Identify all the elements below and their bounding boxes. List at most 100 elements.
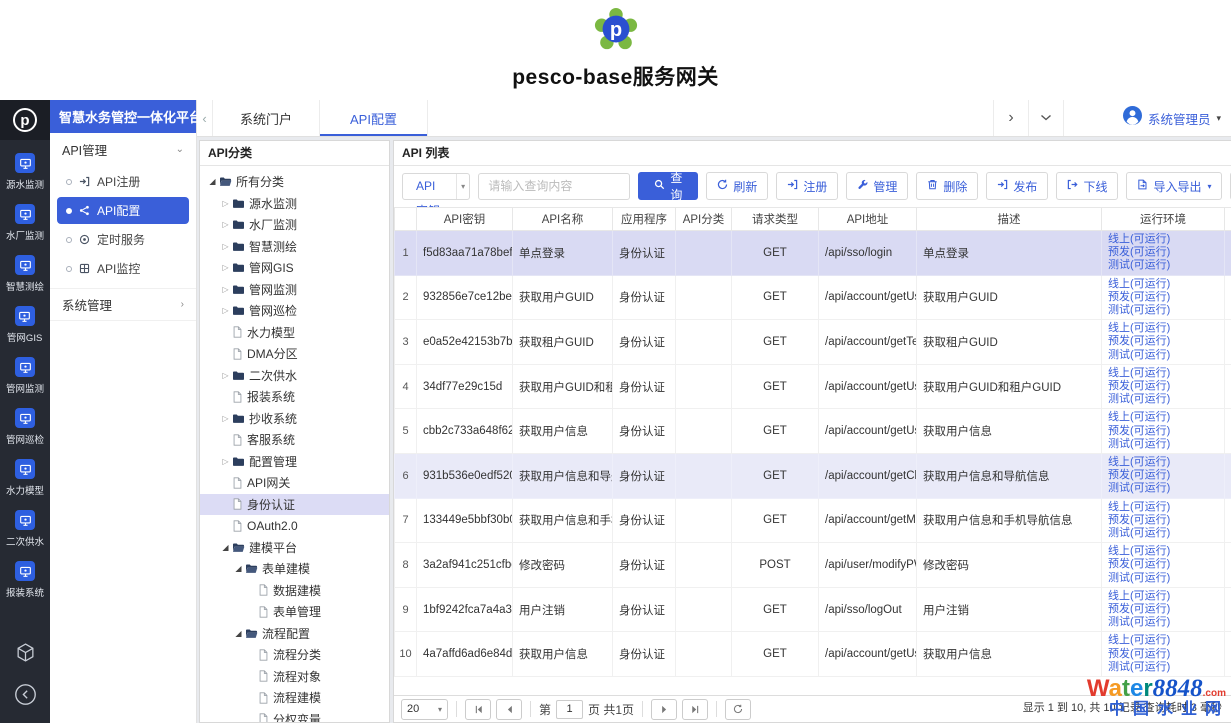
sidebar-item[interactable]: API监控	[57, 255, 189, 282]
tree-node[interactable]: 流程对象	[200, 666, 389, 688]
env-run-link[interactable]: 线上(可运行)	[1108, 545, 1218, 558]
sign-in-button[interactable]: 注册	[776, 172, 838, 200]
combo-caret-icon[interactable]: ▾	[456, 174, 469, 199]
module-item[interactable]: 管网GIS	[6, 306, 43, 344]
env-run-link[interactable]: 线上(可运行)	[1108, 501, 1218, 514]
column-header[interactable]: API名称	[513, 208, 613, 231]
tree-collapsed-icon[interactable]: ▷	[219, 285, 232, 294]
module-item[interactable]: 水厂监测	[5, 204, 45, 242]
tree-node[interactable]: ◢表单建模	[200, 558, 389, 580]
env-run-link[interactable]: 测试(可运行)	[1108, 349, 1218, 362]
table-row[interactable]: 104a7affd6ad6e84d6获取用户信息身份认证GET/api/acco…	[395, 632, 1231, 677]
user-menu[interactable]: 系统管理员 ▾	[1063, 100, 1231, 136]
env-run-link[interactable]: 预发(可运行)	[1108, 291, 1218, 304]
collapse-sidebar-icon[interactable]: ‹	[197, 100, 212, 136]
column-header[interactable]: 描述	[917, 208, 1102, 231]
column-header[interactable]: 应用程序	[613, 208, 676, 231]
pager-refresh-icon[interactable]	[725, 699, 751, 720]
env-run-link[interactable]: 预发(可运行)	[1108, 425, 1218, 438]
tree-node[interactable]: 身份认证	[200, 494, 389, 516]
env-run-link[interactable]: 预发(可运行)	[1108, 648, 1218, 661]
tree-collapsed-icon[interactable]: ▷	[219, 199, 232, 208]
module-item[interactable]: 二次供水	[5, 510, 45, 548]
env-run-link[interactable]: 线上(可运行)	[1108, 278, 1218, 291]
tree-node[interactable]: 流程建模	[200, 687, 389, 709]
tree-expanded-icon[interactable]: ◢	[232, 629, 245, 638]
tree-node[interactable]: API网关	[200, 472, 389, 494]
cube-icon[interactable]	[15, 642, 36, 668]
tree-expanded-icon[interactable]: ◢	[232, 564, 245, 573]
query-button[interactable]: 查询	[638, 172, 698, 200]
wrench-button[interactable]: 管理	[846, 172, 908, 200]
tree-node[interactable]: ▷智慧测绘	[200, 236, 389, 258]
env-run-link[interactable]: 测试(可运行)	[1108, 393, 1218, 406]
collapse-rail-icon[interactable]	[14, 683, 37, 711]
menu-section-api[interactable]: API管理⌄	[50, 133, 196, 166]
module-item[interactable]: 管网巡检	[5, 408, 45, 446]
tree-node[interactable]: ▷配置管理	[200, 451, 389, 473]
table-row[interactable]: 3e0a52e42153b7b2e获取租户GUID身份认证GET/api/acc…	[395, 320, 1231, 365]
column-header[interactable]: API地址	[819, 208, 917, 231]
publish-button[interactable]: 发布	[986, 172, 1048, 200]
env-run-link[interactable]: 线上(可运行)	[1108, 590, 1218, 603]
env-run-link[interactable]: 线上(可运行)	[1108, 634, 1218, 647]
module-item[interactable]: 管网监测	[5, 357, 45, 395]
tree-node[interactable]: ▷水厂监测	[200, 214, 389, 236]
page-size-select[interactable]: 20 ▾	[401, 699, 448, 720]
tree-collapsed-icon[interactable]: ▷	[219, 306, 232, 315]
tree-node[interactable]: 报装系统	[200, 386, 389, 408]
env-run-link[interactable]: 线上(可运行)	[1108, 322, 1218, 335]
tree-node[interactable]: OAuth2.0	[200, 515, 389, 537]
sidebar-item[interactable]: API注册	[57, 168, 189, 195]
tree-collapsed-icon[interactable]: ▷	[219, 457, 232, 466]
tree-collapsed-icon[interactable]: ▷	[219, 371, 232, 380]
tab-system-portal[interactable]: 系统门户	[212, 100, 320, 136]
sidebar-item[interactable]: 定时服务	[57, 226, 189, 253]
table-row[interactable]: 91bf9242fca7a4a33用户注销身份认证GET/api/sso/log…	[395, 587, 1231, 632]
env-run-link[interactable]: 预发(可运行)	[1108, 514, 1218, 527]
tab-scroll-right-icon[interactable]: ›	[993, 100, 1028, 136]
module-item[interactable]: 水力模型	[5, 459, 45, 497]
tree-expanded-icon[interactable]: ◢	[219, 543, 232, 552]
env-run-link[interactable]: 测试(可运行)	[1108, 482, 1218, 495]
env-run-link[interactable]: 测试(可运行)	[1108, 438, 1218, 451]
env-run-link[interactable]: 预发(可运行)	[1108, 558, 1218, 571]
tree-node[interactable]: ▷二次供水	[200, 365, 389, 387]
column-header[interactable]: API密钥	[417, 208, 513, 231]
env-run-link[interactable]: 测试(可运行)	[1108, 572, 1218, 585]
refresh-button[interactable]: 刷新	[706, 172, 768, 200]
tree-expanded-icon[interactable]: ◢	[206, 177, 219, 186]
tree-node[interactable]: 水力模型	[200, 322, 389, 344]
tree-node[interactable]: ▷管网巡检	[200, 300, 389, 322]
row-index-header[interactable]	[395, 208, 417, 231]
tab-dropdown-icon[interactable]	[1028, 100, 1063, 136]
tree-collapsed-icon[interactable]: ▷	[219, 220, 232, 229]
env-run-link[interactable]: 线上(可运行)	[1108, 411, 1218, 424]
module-item[interactable]: 源水监测	[5, 153, 45, 191]
env-run-link[interactable]: 测试(可运行)	[1108, 259, 1218, 272]
tree-node[interactable]: ▷管网GIS	[200, 257, 389, 279]
sidebar-item[interactable]: API配置	[57, 197, 189, 224]
tree-node[interactable]: ◢所有分类	[200, 171, 389, 193]
module-item[interactable]: 智慧测绘	[5, 255, 45, 293]
sign-out-button[interactable]: 下线	[1056, 172, 1118, 200]
tree-collapsed-icon[interactable]: ▷	[219, 242, 232, 251]
tree-node[interactable]: ▷管网监测	[200, 279, 389, 301]
next-page-button[interactable]	[651, 699, 677, 720]
tree-node[interactable]: DMA分区	[200, 343, 389, 365]
search-input[interactable]	[478, 173, 630, 200]
env-run-link[interactable]: 预发(可运行)	[1108, 335, 1218, 348]
env-run-link[interactable]: 测试(可运行)	[1108, 616, 1218, 629]
env-run-link[interactable]: 测试(可运行)	[1108, 527, 1218, 540]
table-row[interactable]: 434df77e29c15d获取用户GUID和租户GUID身份认证GET/api…	[395, 364, 1231, 409]
last-page-button[interactable]	[682, 699, 708, 720]
env-run-link[interactable]: 线上(可运行)	[1108, 367, 1218, 380]
column-header[interactable]: API分类	[676, 208, 732, 231]
table-row[interactable]: 83a2af941c251cfbc修改密码身份认证POST/api/user/m…	[395, 543, 1231, 588]
page-number-input[interactable]	[556, 700, 583, 719]
first-page-button[interactable]	[465, 699, 491, 720]
table-row[interactable]: 5cbb2c733a648f626获取用户信息身份认证GET/api/accou…	[395, 409, 1231, 454]
prev-page-button[interactable]	[496, 699, 522, 720]
trash-button[interactable]: 删除	[916, 172, 978, 200]
env-run-link[interactable]: 线上(可运行)	[1108, 456, 1218, 469]
